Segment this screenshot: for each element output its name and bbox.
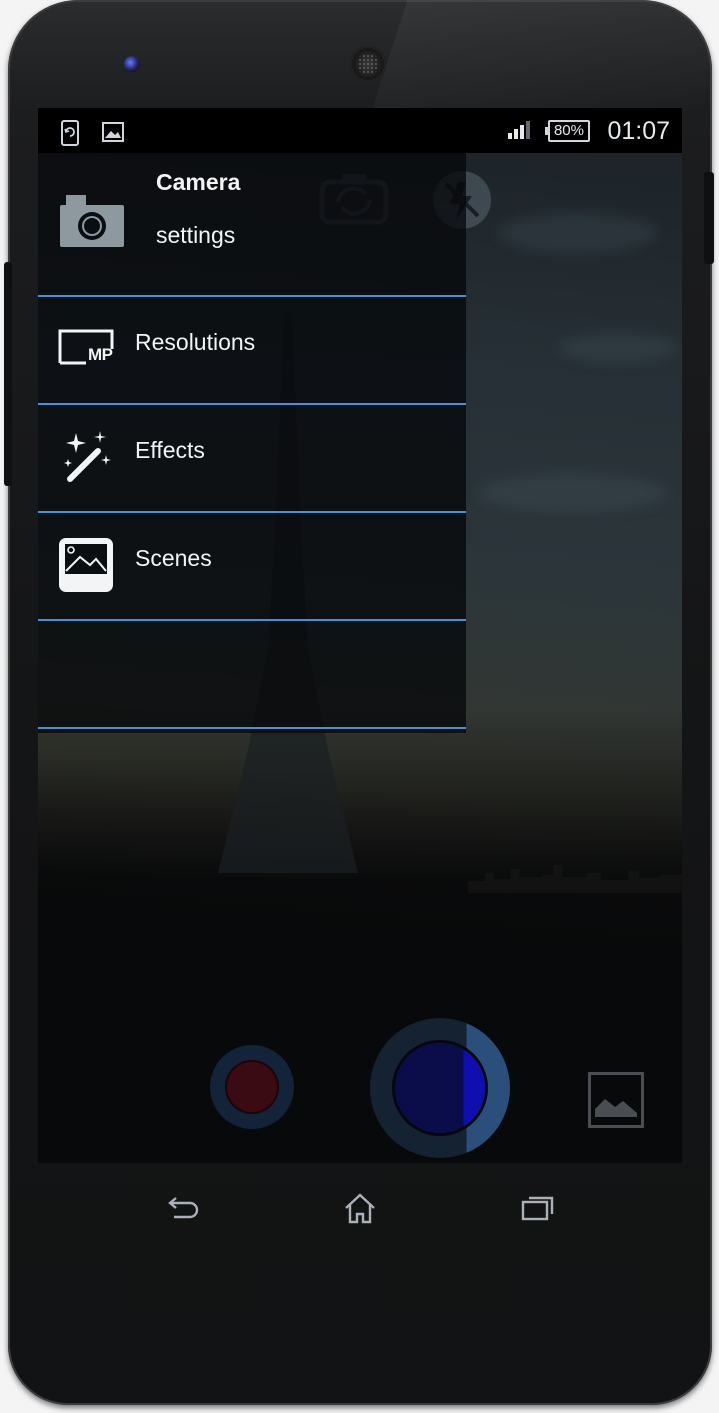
power-button [704,172,714,264]
back-icon [168,1197,199,1219]
volume-rocker [4,262,12,486]
shutter-button-inner[interactable] [395,1043,485,1133]
image-notification-icon [102,122,124,147]
frame-sheen [368,0,712,120]
battery-indicator: 80% [544,120,590,142]
menu-label-scenes: Scenes [135,545,212,571]
status-bar: 80% 01:07 [38,108,682,153]
signal-strength-icon [508,121,532,139]
gallery-icon [595,1099,637,1117]
screen: 80% 01:07 Camera settings MP Resolutions… [38,108,682,1163]
menu-label-resolutions: Resolutions [135,329,256,355]
earpiece-speaker [350,46,386,82]
drawer-header: Camera settings [38,153,466,295]
menu-item-effects[interactable]: Effects [38,405,466,511]
front-camera [124,56,140,72]
gallery-thumbnail-button[interactable] [588,1072,644,1128]
recent-apps-icon [521,1196,554,1221]
menu-label-effects: Effects [135,437,205,463]
city-skyline [468,865,682,893]
divider [38,727,466,729]
resolution-mp-icon: MP [58,327,116,372]
drawer-subtitle: settings [156,222,236,248]
menu-item-resolutions[interactable]: MP Resolutions [38,297,466,403]
back-button[interactable] [166,1193,200,1226]
home-button[interactable] [343,1193,377,1230]
recent-apps-button[interactable] [521,1193,555,1228]
video-record-button[interactable] [210,1045,294,1129]
camera-settings-drawer: Camera settings MP Resolutions Effects S… [38,153,466,733]
rotate-notification-icon [60,120,80,151]
camera-icon [60,193,124,252]
divider [38,619,466,621]
clock: 01:07 [607,117,670,145]
drawer-title: Camera [156,169,241,195]
menu-item-scenes[interactable]: Scenes [38,513,466,619]
magic-wand-icon [62,429,114,488]
landscape-icon [58,537,114,598]
home-icon [345,1193,375,1224]
